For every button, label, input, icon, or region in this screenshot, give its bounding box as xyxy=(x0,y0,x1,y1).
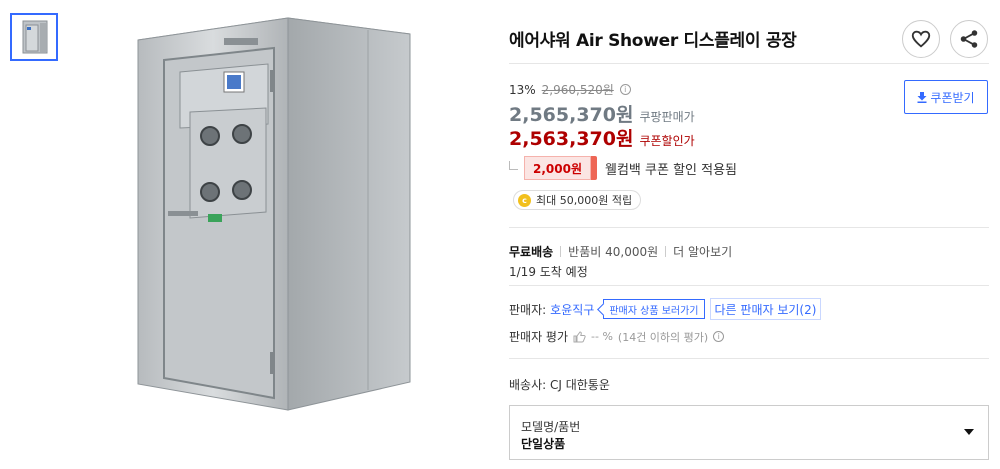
discount-row: 13% 2,960,520원 i xyxy=(509,81,631,98)
sale-price-row: 2,565,370원 쿠팡판매가 xyxy=(509,100,695,127)
air-shower-thumbnail-image xyxy=(22,20,48,54)
arrival-date: 1/19 도착 예정 xyxy=(509,265,588,279)
divider xyxy=(509,227,989,228)
original-price: 2,960,520원 xyxy=(541,83,614,97)
coupon-download-button[interactable]: 쿠폰받기 xyxy=(904,80,988,114)
product-page: 에어샤워 Air Shower 디스플레이 공장 13% 2,960,520원 … xyxy=(0,0,1000,469)
info-icon[interactable]: i xyxy=(713,331,725,342)
seller-rating-label: 판매자 평가 xyxy=(509,330,569,344)
caret-down-icon xyxy=(964,429,974,435)
welcome-coupon-row: 2,000원 웰컴백 쿠폰 할인 적용됨 xyxy=(509,156,737,180)
separator xyxy=(560,246,562,257)
product-title: 에어샤워 Air Shower 디스플레이 공장 xyxy=(509,31,797,51)
share-icon xyxy=(960,30,978,48)
reward-points-text: 최대 50,000원 적립 xyxy=(536,194,633,207)
free-shipping-label: 무료배송 xyxy=(509,245,554,259)
coupon-download-label: 쿠폰받기 xyxy=(930,90,975,105)
info-icon[interactable]: i xyxy=(619,84,631,95)
coin-icon: c xyxy=(518,193,531,207)
seller-products-link[interactable]: 판매자 상품 보러가기 xyxy=(603,299,705,319)
indent-corner xyxy=(509,160,518,170)
seller-name-link[interactable]: 호윤직구 xyxy=(550,301,594,318)
product-thumbnail[interactable] xyxy=(10,13,58,61)
option-value: 단일상품 xyxy=(521,437,566,451)
divider xyxy=(509,285,989,286)
heart-icon xyxy=(911,30,931,48)
download-icon xyxy=(917,91,927,103)
shipping-row: 무료배송 반품비 40,000원 더 알아보기 xyxy=(509,243,732,260)
welcome-coupon-badge: 2,000원 xyxy=(524,156,597,180)
seller-label: 판매자: xyxy=(509,302,547,317)
other-sellers-button[interactable]: 다른 판매자 보기(2) xyxy=(709,298,822,320)
thumbs-up-icon xyxy=(573,330,586,342)
coupon-price: 2,563,370원 xyxy=(509,128,634,150)
sale-price-label: 쿠팡판매가 xyxy=(639,110,695,124)
separator xyxy=(665,246,667,257)
air-shower-product-image xyxy=(137,17,411,411)
discount-percent: 13% xyxy=(509,82,536,97)
option-label: 모델명/품번 xyxy=(521,420,581,434)
coupon-price-label: 쿠폰할인가 xyxy=(639,134,695,148)
sale-price: 2,565,370원 xyxy=(509,104,634,126)
delivery-carrier: 배송사: CJ 대한통운 xyxy=(509,378,610,392)
seller-rating-value: -- % xyxy=(591,330,613,343)
share-button[interactable] xyxy=(950,20,988,58)
seller-row: 판매자: 호윤직구 판매자 상품 보러가기 다른 판매자 보기(2) xyxy=(509,298,822,320)
divider xyxy=(509,63,989,64)
product-info-panel: 에어샤워 Air Shower 디스플레이 공장 13% 2,960,520원 … xyxy=(509,0,989,469)
seller-rating-row: 판매자 평가 -- % (14건 이하의 평가) i xyxy=(509,328,725,345)
wishlist-button[interactable] xyxy=(902,20,940,58)
divider xyxy=(509,358,989,359)
seller-rating-note: (14건 이하의 평가) xyxy=(617,330,709,344)
return-fee: 반품비 40,000원 xyxy=(568,245,659,259)
option-select[interactable]: 모델명/품번 단일상품 xyxy=(509,405,989,460)
reward-points-badge: c 최대 50,000원 적립 xyxy=(513,190,642,210)
shipping-more-link[interactable]: 더 알아보기 xyxy=(673,243,732,260)
coupon-price-row: 2,563,370원 쿠폰할인가 xyxy=(509,124,695,151)
welcome-coupon-text: 웰컴백 쿠폰 할인 적용됨 xyxy=(605,162,737,178)
